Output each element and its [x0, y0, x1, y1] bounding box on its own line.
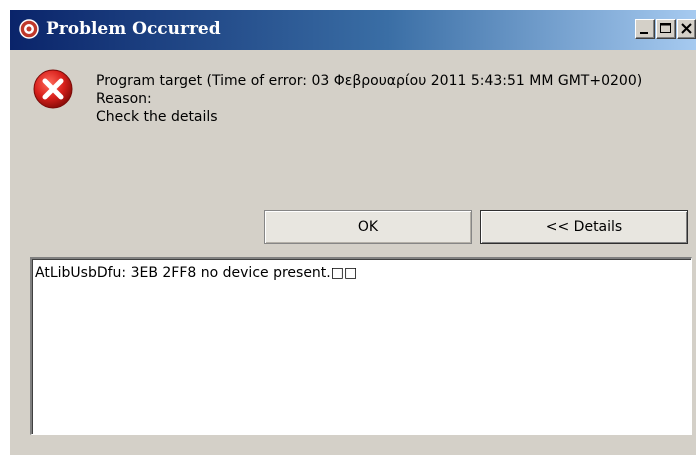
error-icon — [32, 68, 74, 110]
error-message: Program target (Time of error: 03 Φεβρου… — [96, 72, 694, 126]
error-summary: Program target (Time of error: 03 Φεβρου… — [96, 73, 643, 89]
close-button[interactable] — [677, 19, 696, 39]
minimize-button[interactable] — [635, 19, 655, 39]
minimize-icon — [640, 32, 648, 34]
maximize-icon — [660, 23, 671, 33]
app-icon — [19, 19, 39, 39]
reason-label: Reason: — [96, 91, 152, 107]
window-title: Problem Occurred — [46, 19, 221, 39]
title-bar[interactable]: Problem Occurred — [10, 10, 696, 50]
maximize-button[interactable] — [656, 19, 676, 39]
reason-text: Check the details — [96, 109, 218, 125]
ok-button[interactable]: OK — [264, 210, 472, 244]
details-button[interactable]: << Details — [480, 210, 688, 244]
close-icon — [681, 23, 692, 34]
details-text-area[interactable]: AtLibUsbDfu: 3EB 2FF8 no device present.… — [30, 257, 692, 435]
details-text: AtLibUsbDfu: 3EB 2FF8 no device present.… — [35, 265, 358, 281]
problem-dialog: Problem Occurred Program target (Time of… — [10, 10, 696, 455]
